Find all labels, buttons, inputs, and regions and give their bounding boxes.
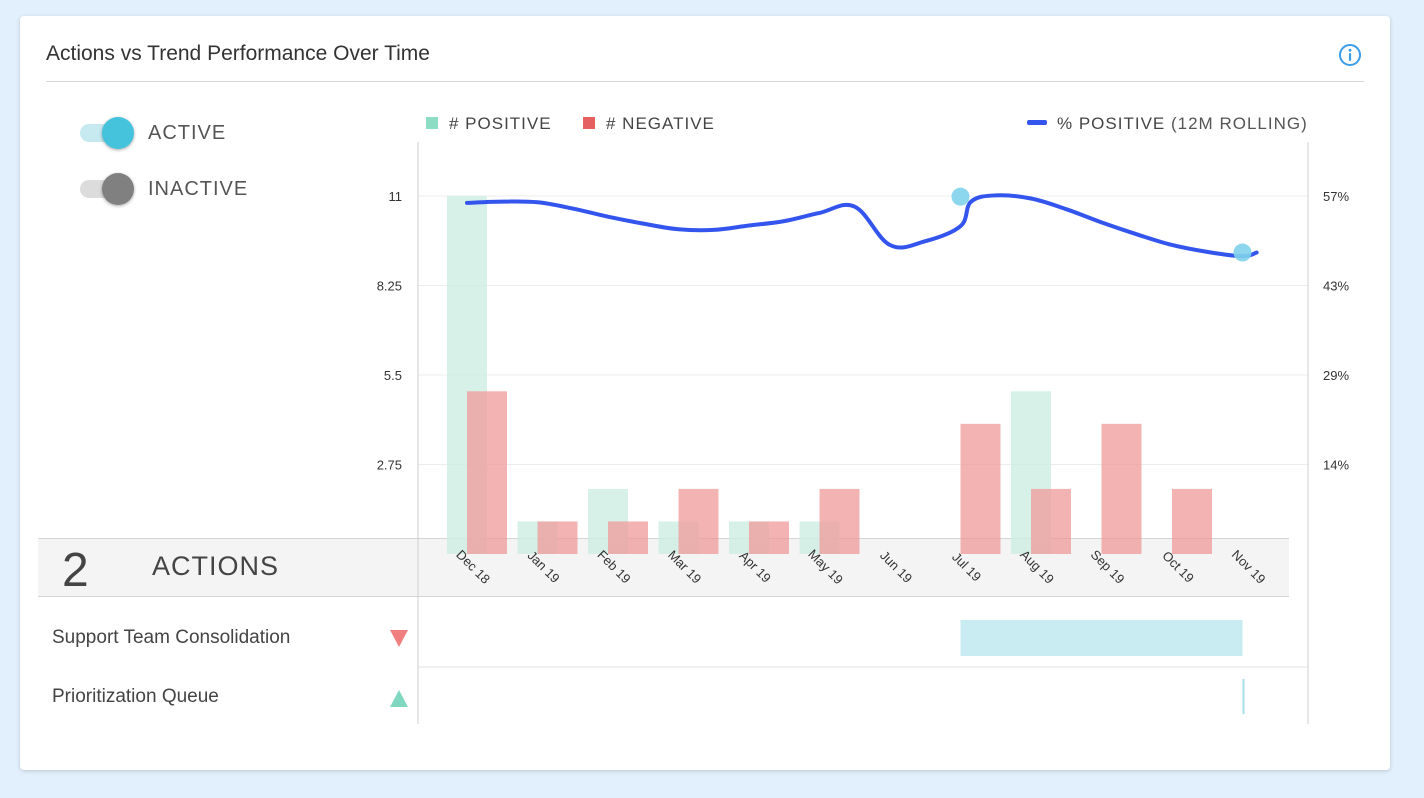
y-right-tick-label: 43%: [1323, 279, 1349, 294]
bar-negative: [960, 423, 1001, 554]
action-bar: [960, 620, 1243, 656]
y-left-tick-label: 5.5: [384, 368, 402, 383]
bar-negative: [749, 521, 789, 554]
x-tick-label: Nov 19: [1229, 547, 1269, 587]
y-right-tick-label: 57%: [1323, 189, 1349, 204]
y-right-tick-label: 29%: [1323, 368, 1349, 383]
bar-negative: [537, 521, 578, 554]
bar-negative: [678, 488, 719, 554]
bar-negative: [467, 391, 507, 554]
bar-negative: [1172, 488, 1212, 554]
y-right-tick-label: 14%: [1323, 458, 1349, 473]
y-left-tick-label: 2.75: [377, 458, 402, 473]
y-left-tick-label: 11: [389, 189, 403, 204]
action-bar: [1242, 679, 1245, 714]
bar-negative: [1101, 423, 1142, 554]
rolling-marker: [951, 187, 970, 206]
bar-negative: [1031, 488, 1071, 554]
rolling-line: [465, 193, 1259, 259]
rolling-marker: [1233, 243, 1252, 262]
bar-negative: [608, 521, 648, 554]
x-tick-label: Jul 19: [949, 549, 984, 584]
x-tick-label: Jun 19: [877, 548, 915, 586]
bar-negative: [819, 488, 860, 554]
chart-plot: 2.755.58.251114%29%43%57%Dec 18 Jan 19 Feb…: [377, 142, 1349, 724]
y-left-tick-label: 8.25: [377, 279, 402, 294]
